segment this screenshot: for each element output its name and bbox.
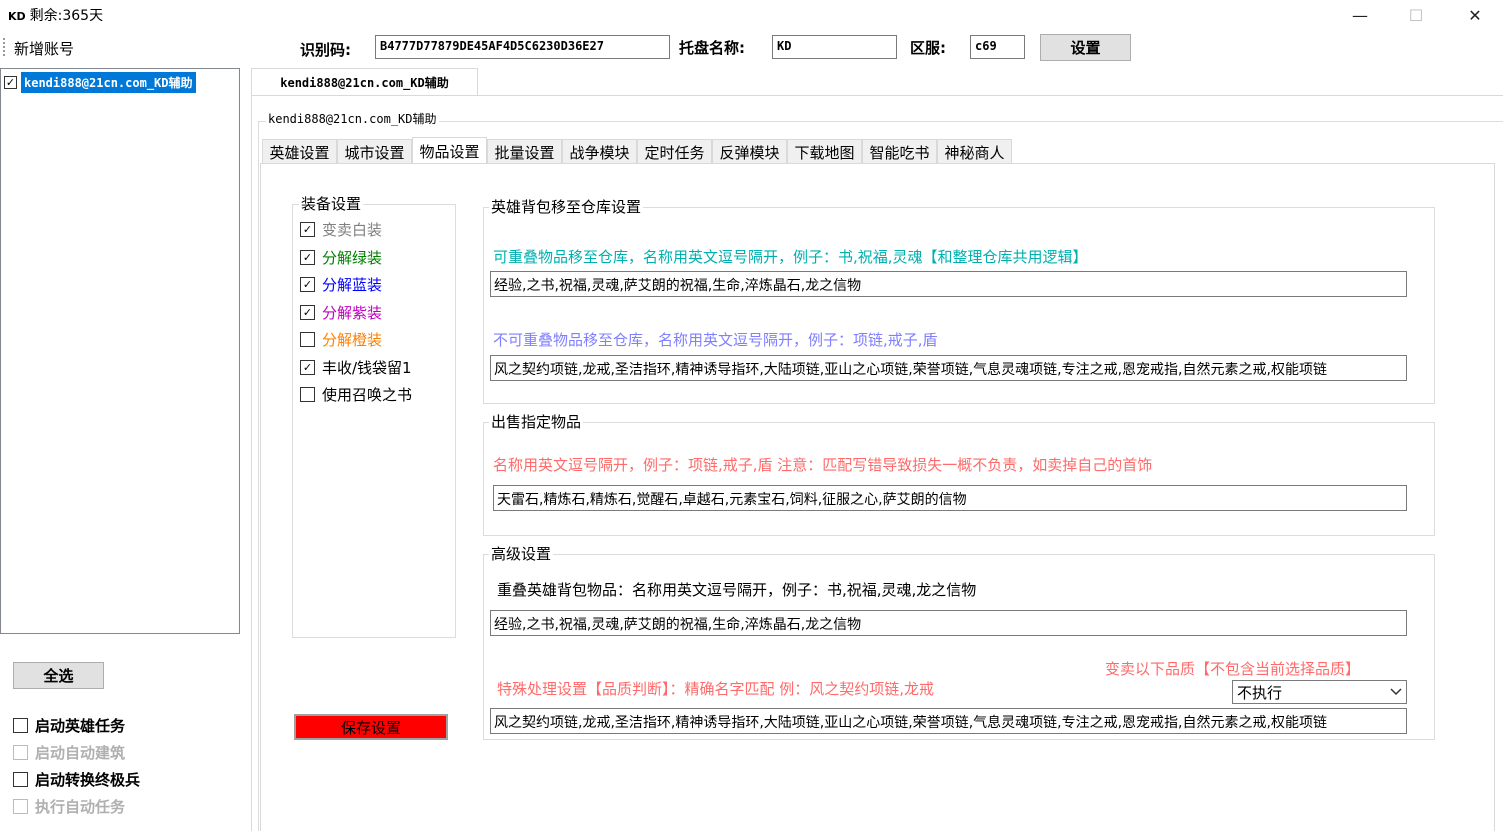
option-auto-build[interactable]: 启动自动建筑 — [13, 739, 140, 766]
option-label: 启动转换终极兵 — [35, 771, 141, 789]
checkbox-icon[interactable] — [300, 387, 315, 403]
set-button[interactable]: 设置 — [1040, 34, 1131, 61]
server-label: 区服: — [910, 39, 946, 57]
non-stackable-hint: 不可重叠物品移至仓库，名称用英文逗号隔开，例子：项链,戒子,盾 — [493, 331, 938, 349]
checkbox-icon[interactable] — [13, 799, 28, 814]
maximize-button[interactable]: ☐ — [1393, 0, 1439, 30]
account-label: kendi888@21cn.com_KD辅助 — [21, 71, 196, 93]
host-name-input[interactable]: KD — [772, 35, 897, 59]
tab-hero-settings[interactable]: 英雄设置 — [262, 139, 337, 164]
stack-hero-bag-hint: 重叠英雄背包物品：名称用英文逗号隔开，例子：书,祝福,灵魂,龙之信物 — [497, 581, 977, 599]
quality-select[interactable]: 不执行 — [1232, 680, 1407, 704]
option-label: 启动自动建筑 — [35, 744, 126, 762]
sell-items-title: 出售指定物品 — [489, 411, 584, 432]
option-hero-task[interactable]: 启动英雄任务 — [13, 712, 140, 739]
toolbar-grip — [3, 38, 9, 56]
option-ultimate-troop[interactable]: 启动转换终极兵 — [13, 766, 140, 793]
title-bar: KD 剩余:365天 — ☐ ✕ — [0, 0, 1503, 30]
tab-rebound-module[interactable]: 反弹模块 — [712, 139, 787, 164]
checkbox-icon[interactable] — [13, 772, 28, 787]
eq-label: 分解紫装 — [322, 303, 383, 322]
eq-label: 变卖白装 — [322, 221, 383, 240]
eq-harvest-bag[interactable]: ✓ 丰收/钱袋留1 — [300, 354, 412, 382]
window-title: KD 剩余:365天 — [8, 5, 103, 25]
tab-download-map[interactable]: 下载地图 — [787, 139, 862, 164]
checkbox-icon[interactable]: ✓ — [300, 222, 315, 238]
minimize-button[interactable]: — — [1337, 0, 1383, 30]
eq-decompose-blue[interactable]: ✓ 分解蓝装 — [300, 271, 412, 299]
id-code-label: 识别码: — [300, 41, 351, 59]
checkbox-icon[interactable] — [13, 745, 28, 760]
eq-label: 丰收/钱袋留1 — [322, 358, 412, 377]
special-handling-input[interactable]: 风之契约项链,龙戒,圣洁指环,精神诱导指环,大陆项链,亚山之心项链,荣誉项链,气… — [490, 708, 1407, 734]
window-title-text: 剩余:365天 — [29, 8, 104, 24]
left-options: 启动英雄任务 启动自动建筑 启动转换终极兵 执行自动任务 — [13, 712, 140, 820]
account-item[interactable]: ✓ kendi888@21cn.com_KD辅助 — [2, 71, 238, 93]
add-account-button[interactable]: 新增账号 — [14, 38, 74, 59]
tab-war-module[interactable]: 战争模块 — [562, 139, 637, 164]
option-label: 启动英雄任务 — [35, 717, 126, 735]
option-auto-task[interactable]: 执行自动任务 — [13, 793, 140, 820]
tab-city-settings[interactable]: 城市设置 — [337, 139, 412, 164]
checkbox-icon[interactable] — [13, 718, 28, 733]
settings-tabs: 英雄设置 城市设置 物品设置 批量设置 战争模块 定时任务 反弹模块 下载地图 … — [262, 137, 1012, 164]
eq-sell-white[interactable]: ✓ 变卖白装 — [300, 216, 412, 244]
close-button[interactable]: ✕ — [1452, 0, 1498, 30]
checkbox-icon[interactable]: ✓ — [300, 304, 315, 320]
tab-timed-task[interactable]: 定时任务 — [637, 139, 712, 164]
account-tab[interactable]: kendi888@21cn.com_KD辅助 — [251, 68, 478, 96]
eq-decompose-green[interactable]: ✓ 分解绿装 — [300, 244, 412, 272]
eq-decompose-orange[interactable]: 分解橙装 — [300, 326, 412, 354]
eq-label: 分解绿装 — [322, 248, 383, 267]
eq-decompose-purple[interactable]: ✓ 分解紫装 — [300, 299, 412, 327]
tab-item-settings[interactable]: 物品设置 — [412, 137, 487, 164]
tab-batch-settings[interactable]: 批量设置 — [487, 139, 562, 164]
checkbox-icon[interactable]: ✓ — [300, 277, 315, 293]
id-code-input[interactable]: B4777D77879DE45AF4D5C6230D36E27 — [375, 35, 670, 59]
equipment-group-title: 装备设置 — [299, 193, 364, 214]
eq-label: 使用召唤之书 — [322, 386, 413, 405]
stackable-items-input[interactable]: 经验,之书,祝福,灵魂,萨艾朗的祝福,生命,淬炼晶石,龙之信物 — [490, 271, 1407, 297]
special-handling-hint: 特殊处理设置【品质判断】：精确名字匹配 例：风之契约项链,龙戒 — [497, 680, 935, 698]
checkbox-icon[interactable]: ✓ — [300, 249, 315, 265]
sell-items-input[interactable]: 天雷石,精炼石,精炼石,觉醒石,卓越石,元素宝石,饲料,征服之心,萨艾朗的信物 — [493, 485, 1407, 511]
sell-quality-label: 变卖以下品质【不包含当前选择品质】 — [1105, 660, 1361, 678]
eq-label: 分解蓝装 — [322, 276, 383, 295]
account-group-title: kendi888@21cn.com_KD辅助 — [266, 110, 439, 127]
server-input[interactable]: c69 — [970, 35, 1025, 59]
app-logo: KD — [8, 10, 26, 23]
chevron-down-icon — [1390, 688, 1402, 696]
account-list[interactable]: ✓ kendi888@21cn.com_KD辅助 — [0, 68, 240, 634]
advanced-title: 高级设置 — [489, 543, 554, 564]
save-settings-button[interactable]: 保存设置 — [294, 714, 448, 740]
sell-items-hint: 名称用英文逗号隔开，例子：项链,戒子,盾 注意：匹配写错导致损失一概不负责，如卖… — [493, 456, 1153, 474]
select-all-button[interactable]: 全选 — [13, 662, 104, 689]
quality-select-value: 不执行 — [1237, 683, 1283, 702]
option-label: 执行自动任务 — [35, 798, 126, 816]
non-stackable-items-input[interactable]: 风之契约项链,龙戒,圣洁指环,精神诱导指环,大陆项链,亚山之心项链,荣誉项链,气… — [490, 355, 1407, 381]
sell-items-group — [483, 422, 1435, 536]
eq-summon-book[interactable]: 使用召唤之书 — [300, 381, 412, 409]
checkbox-icon[interactable]: ✓ — [300, 359, 315, 375]
stack-hero-bag-input[interactable]: 经验,之书,祝福,灵魂,萨艾朗的祝福,生命,淬炼晶石,龙之信物 — [490, 610, 1407, 636]
checkbox-icon[interactable] — [300, 332, 315, 348]
stackable-hint: 可重叠物品移至仓库，名称用英文逗号隔开，例子：书,祝福,灵魂【和整理仓库共用逻辑… — [493, 248, 1088, 266]
equipment-options: ✓ 变卖白装 ✓ 分解绿装 ✓ 分解蓝装 ✓ 分解紫装 分解橙装 ✓ 丰收/钱袋留1 使用… — [300, 216, 412, 409]
tab-smart-book[interactable]: 智能吃书 — [862, 139, 937, 164]
host-name-label: 托盘名称: — [679, 39, 745, 57]
account-checkbox[interactable]: ✓ — [4, 75, 17, 89]
eq-label: 分解橙装 — [322, 331, 383, 350]
tab-mystery-merchant[interactable]: 神秘商人 — [937, 139, 1012, 164]
move-warehouse-title: 英雄背包移至仓库设置 — [489, 196, 644, 217]
